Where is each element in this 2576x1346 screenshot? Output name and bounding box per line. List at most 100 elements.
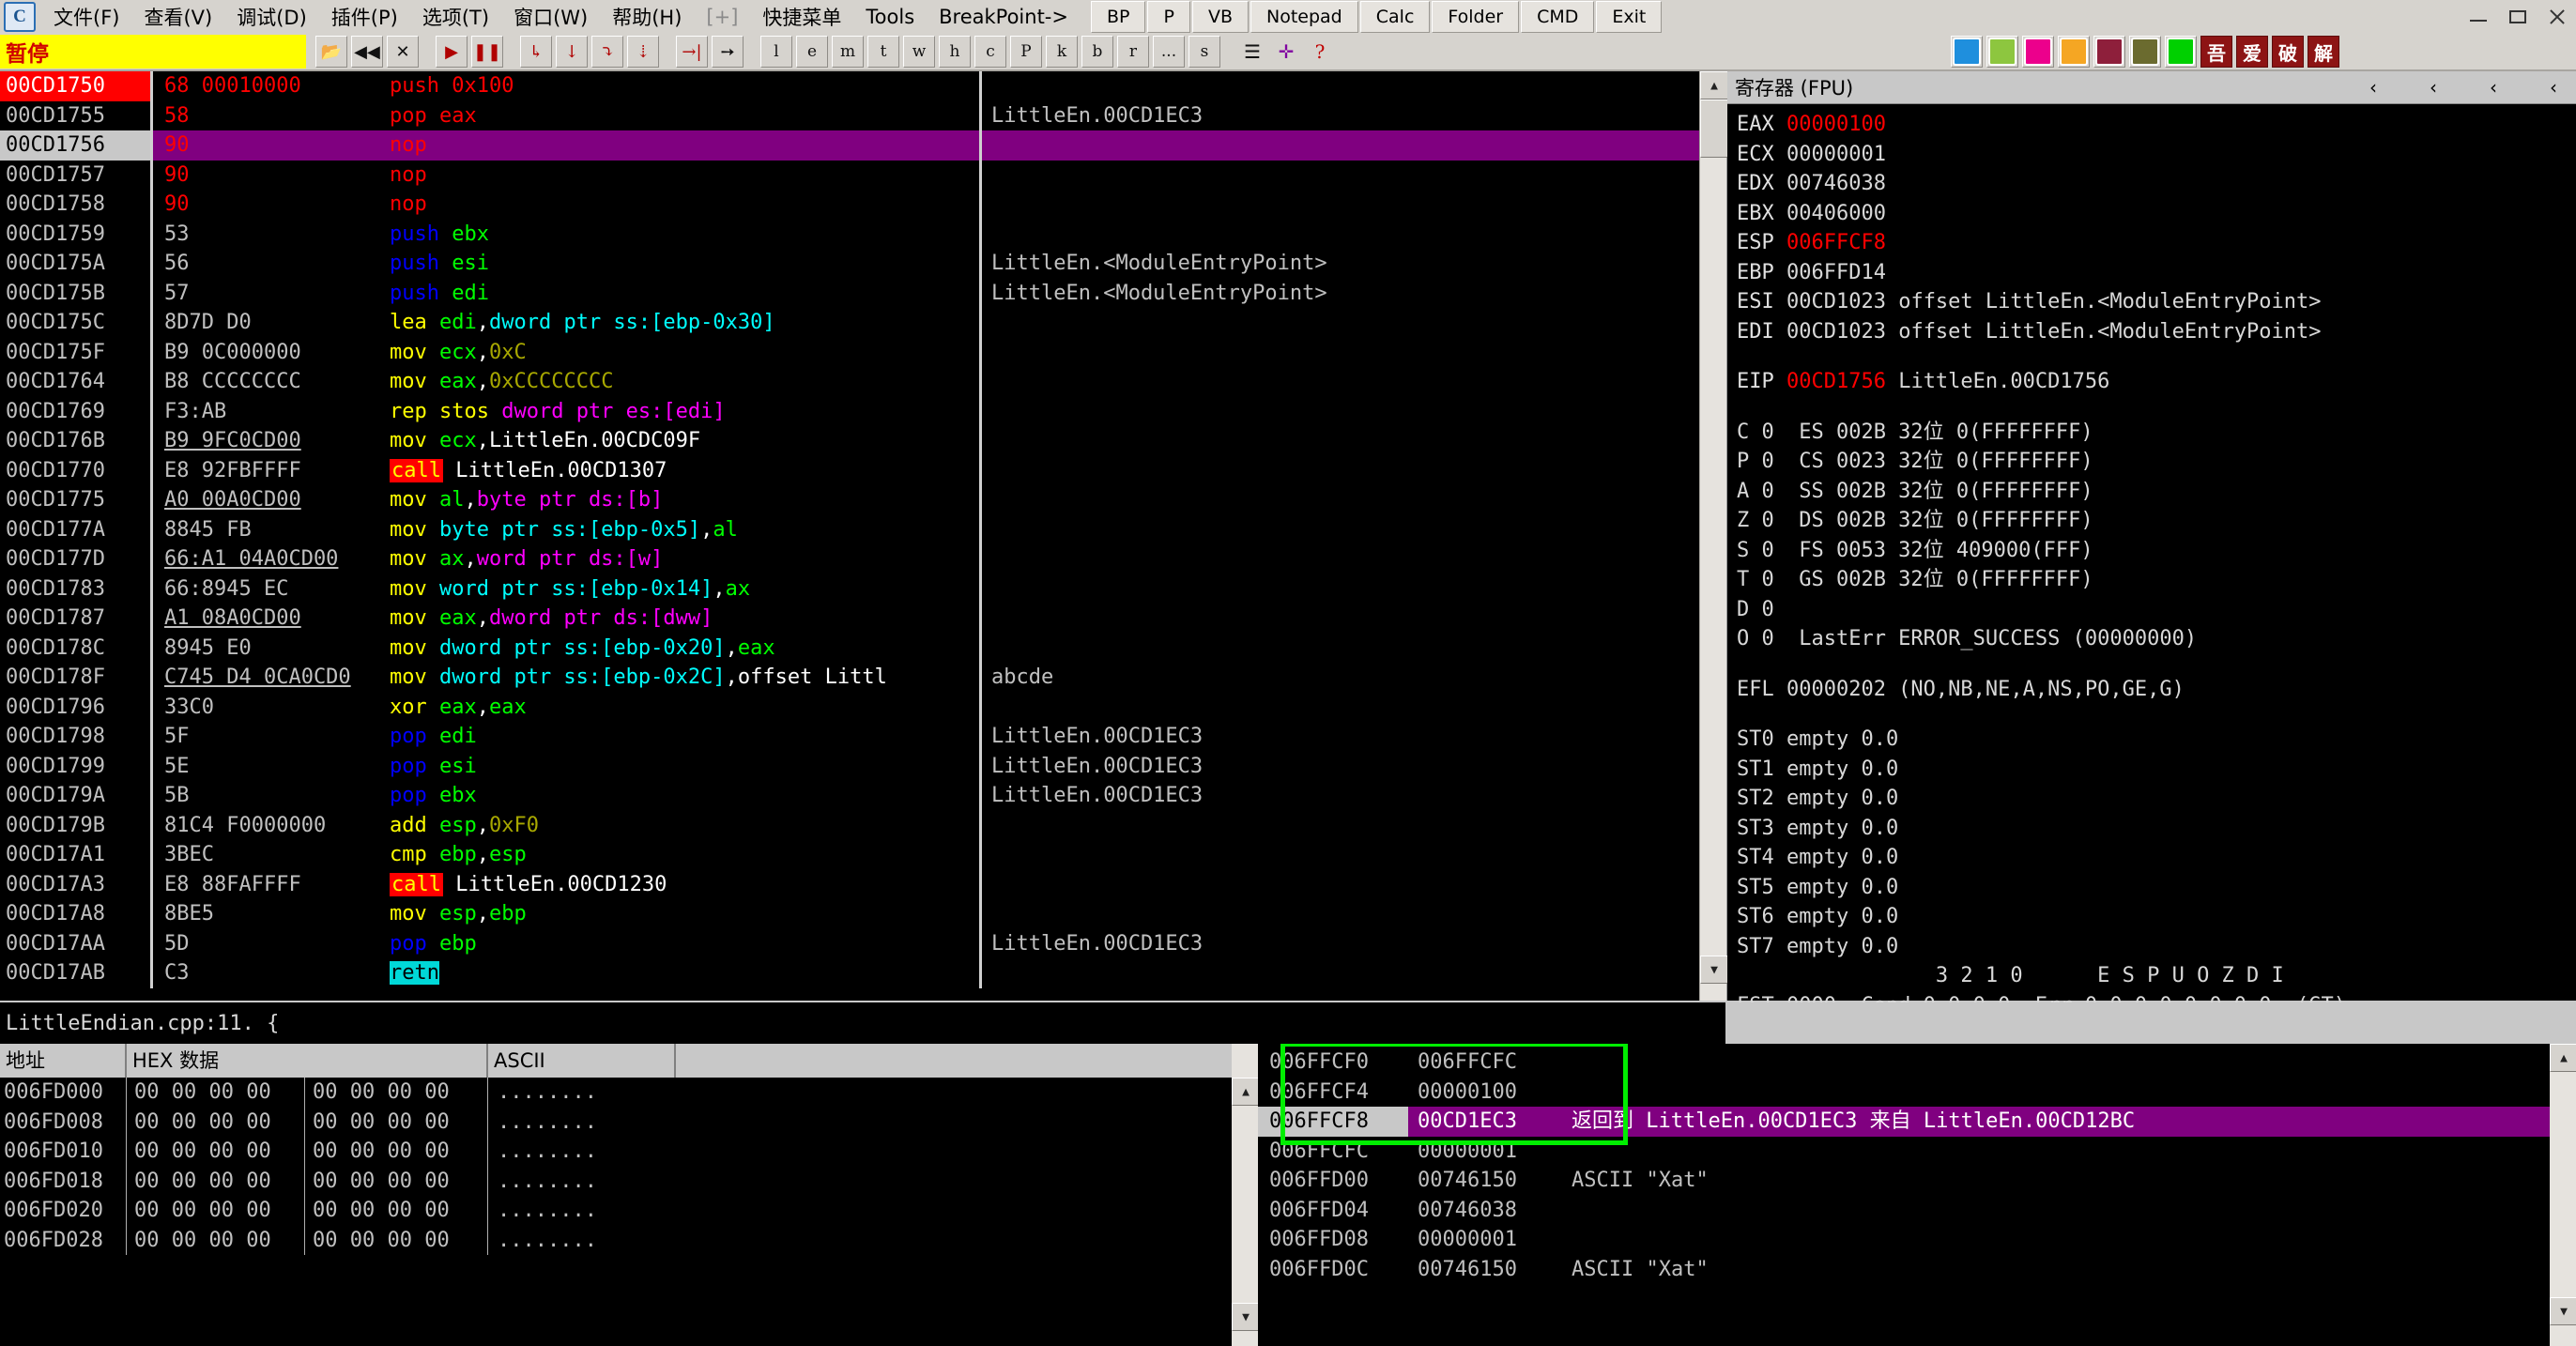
- stack-pane[interactable]: 006FFCF0 006FFCFC 006FFCF4 00000100 006FFCF8…: [1258, 1044, 2576, 1346]
- menu-item-4[interactable]: 选项(T): [410, 0, 501, 35]
- dump-hex-group-1[interactable]: 00 00 00 00: [127, 1166, 305, 1196]
- disasm-instruction[interactable]: pop edi: [378, 722, 979, 752]
- disasm-address[interactable]: 00CD175B: [0, 279, 150, 309]
- flag-row-S[interactable]: S 0 FS 0053 32位 409000(FFF): [1737, 536, 2576, 566]
- disasm-hex-bytes[interactable]: 3BEC: [153, 840, 378, 870]
- disasm-row[interactable]: 00CD1757 90 nop: [0, 160, 1725, 191]
- fpu-st-row-1[interactable]: ST1 empty 0.0: [1737, 755, 2576, 785]
- stack-scroll-up-button[interactable]: ▲: [2550, 1044, 2576, 1072]
- disasm-address[interactable]: 00CD17A1: [0, 840, 150, 870]
- scroll-down-button[interactable]: ▼: [1700, 956, 1728, 984]
- disasm-address[interactable]: 00CD1798: [0, 722, 150, 752]
- disasm-comment[interactable]: LittleEn.<ModuleEntryPoint>: [982, 279, 1725, 309]
- letter-button-P[interactable]: P: [1010, 36, 1042, 68]
- dump-ascii[interactable]: ........: [488, 1167, 638, 1197]
- stack-row[interactable]: 006FFD04 00746038: [1258, 1196, 2576, 1226]
- disasm-instruction[interactable]: pop ebx: [378, 781, 979, 811]
- disasm-comment[interactable]: [982, 397, 1725, 427]
- letter-button-e[interactable]: e: [796, 36, 828, 68]
- trace-into-button[interactable]: ⤵: [591, 36, 623, 68]
- disasm-row[interactable]: 00CD1750 68 00010000 push 0x100: [0, 71, 1725, 101]
- disasm-address[interactable]: 00CD177A: [0, 515, 150, 545]
- disasm-comment[interactable]: [982, 899, 1725, 929]
- disasm-row[interactable]: 00CD17AA 5D pop ebp LittleEn.00CD1EC3: [0, 928, 1725, 958]
- disasm-instruction[interactable]: nop: [378, 161, 979, 191]
- register-value[interactable]: 00000001: [1786, 143, 1886, 166]
- stack-comment[interactable]: [1558, 1078, 1572, 1108]
- disasm-address[interactable]: 00CD179B: [0, 811, 150, 841]
- disasm-comment[interactable]: [982, 485, 1725, 515]
- stack-comment[interactable]: 返回到 LittleEn.00CD1EC3 来自 LittleEn.00CD12…: [1558, 1107, 2135, 1137]
- disasm-row[interactable]: 00CD179B 81C4 F0000000 add esp,0xF0: [0, 810, 1725, 841]
- close-button[interactable]: [2546, 7, 2568, 27]
- disasm-row[interactable]: 00CD17AB C3 retn: [0, 958, 1725, 988]
- register-row-esp[interactable]: ESP 006FFCF8: [1737, 228, 2576, 258]
- step-into-button[interactable]: ↳: [520, 36, 552, 68]
- disasm-comment[interactable]: [982, 811, 1725, 841]
- register-value[interactable]: 00000100: [1786, 113, 1886, 136]
- window-icon[interactable]: [2165, 36, 2197, 68]
- disasm-row[interactable]: 00CD1759 53 push ebx: [0, 219, 1725, 249]
- disasm-hex-bytes[interactable]: 8D7D D0: [153, 308, 378, 338]
- disasm-comment[interactable]: LittleEn.00CD1EC3: [982, 781, 1725, 811]
- dump-hex-group-2[interactable]: 00 00 00 00: [305, 1225, 488, 1255]
- dump-row[interactable]: 006FD010 00 00 00 00 00 00 00 00........: [0, 1137, 1258, 1167]
- fpu-st-row-0[interactable]: ST0 empty 0.0: [1737, 725, 2576, 755]
- disasm-row[interactable]: 00CD1756 90 nop: [0, 130, 1725, 161]
- disasm-hex-bytes[interactable]: 66:8945 EC: [153, 574, 378, 604]
- stack-comment[interactable]: [1558, 1196, 1572, 1226]
- letter-button-k[interactable]: k: [1046, 36, 1078, 68]
- disasm-row[interactable]: 00CD1796 33C0 xor eax,eax: [0, 692, 1725, 723]
- dump-address[interactable]: 006FD000: [0, 1078, 127, 1108]
- register-row-esi[interactable]: ESI 00CD1023 offset LittleEn.<ModuleEntr…: [1737, 287, 2576, 317]
- stack-value[interactable]: 00000001: [1408, 1225, 1558, 1255]
- dump-hex-group-2[interactable]: 00 00 00 00: [305, 1137, 488, 1167]
- disasm-comment[interactable]: LittleEn.<ModuleEntryPoint>: [982, 249, 1725, 279]
- disasm-row[interactable]: 00CD178F C745 D4 0CA0CD0 mov dword ptr ss:…: [0, 663, 1725, 693]
- dump-scrollbar[interactable]: ▲ ▼: [1232, 1044, 1260, 1346]
- disasm-instruction[interactable]: mov al,byte ptr ds:[b]: [378, 485, 979, 515]
- menu-button-calc[interactable]: Calc: [1359, 1, 1431, 33]
- binary-icon[interactable]: [2129, 36, 2161, 68]
- disasm-row[interactable]: 00CD1764 B8 CCCCCCCC mov eax,0xCCCCCCCC: [0, 367, 1725, 397]
- dump-hex-group-1[interactable]: 00 00 00 00: [127, 1078, 305, 1108]
- disasm-comment[interactable]: [982, 604, 1725, 634]
- fpu-st-row-2[interactable]: ST2 empty 0.0: [1737, 784, 2576, 814]
- dump-address[interactable]: 006FD018: [0, 1166, 127, 1196]
- updown-icon[interactable]: [1986, 36, 2018, 68]
- letter-button-m[interactable]: m: [832, 36, 864, 68]
- menu-button-bp[interactable]: BP: [1090, 1, 1146, 33]
- trace-over-button[interactable]: ⇣: [627, 36, 659, 68]
- dump-hex-group-2[interactable]: 00 00 00 00: [305, 1166, 488, 1196]
- letter-button-r[interactable]: r: [1117, 36, 1149, 68]
- register-row-ebp[interactable]: EBP 006FFD14: [1737, 258, 2576, 288]
- disasm-instruction[interactable]: push edi: [378, 279, 979, 309]
- disasm-hex-bytes[interactable]: 90: [153, 190, 378, 220]
- disasm-instruction[interactable]: mov eax,dword ptr ds:[dww]: [378, 604, 979, 634]
- registers-nav-arrow-2[interactable]: ‹: [2490, 76, 2497, 99]
- disasm-address[interactable]: 00CD1799: [0, 752, 150, 782]
- disasm-instruction[interactable]: cmp ebp,esp: [378, 840, 979, 870]
- menu-item-1[interactable]: 查看(V): [131, 0, 224, 35]
- disasm-instruction[interactable]: mov dword ptr ss:[ebp-0x20],eax: [378, 634, 979, 664]
- disasm-comment[interactable]: [982, 693, 1725, 723]
- stack-row[interactable]: 006FFD00 00746150 ASCII "Xat": [1258, 1166, 2576, 1196]
- target-icon[interactable]: [2093, 36, 2125, 68]
- dump-address[interactable]: 006FD020: [0, 1196, 127, 1226]
- menu-item-3[interactable]: 插件(P): [319, 0, 410, 35]
- flag-row-T[interactable]: T 0 GS 002B 32位 0(FFFFFFFF): [1737, 565, 2576, 595]
- dump-row[interactable]: 006FD018 00 00 00 00 00 00 00 00........: [0, 1166, 1258, 1197]
- disasm-hex-bytes[interactable]: C745 D4 0CA0CD0: [153, 663, 378, 693]
- registers-nav-arrow-0[interactable]: ‹: [2369, 76, 2377, 99]
- stack-row[interactable]: 006FFCF0 006FFCFC: [1258, 1048, 2576, 1078]
- disasm-address[interactable]: 00CD1750: [0, 71, 150, 101]
- restart-button[interactable]: ◀◀: [351, 36, 383, 68]
- cn-button-吾[interactable]: 吾: [2200, 36, 2232, 68]
- help-button[interactable]: ?: [1305, 37, 1335, 67]
- disasm-instruction[interactable]: mov ax,word ptr ds:[w]: [378, 544, 979, 574]
- step-over-button[interactable]: ↓: [556, 36, 588, 68]
- disasm-instruction[interactable]: mov word ptr ss:[ebp-0x14],ax: [378, 574, 979, 604]
- disasm-instruction[interactable]: mov eax,0xCCCCCCCC: [378, 367, 979, 397]
- menu-button-cmd[interactable]: CMD: [1521, 1, 1595, 33]
- stack-row[interactable]: 006FFD08 00000001: [1258, 1225, 2576, 1255]
